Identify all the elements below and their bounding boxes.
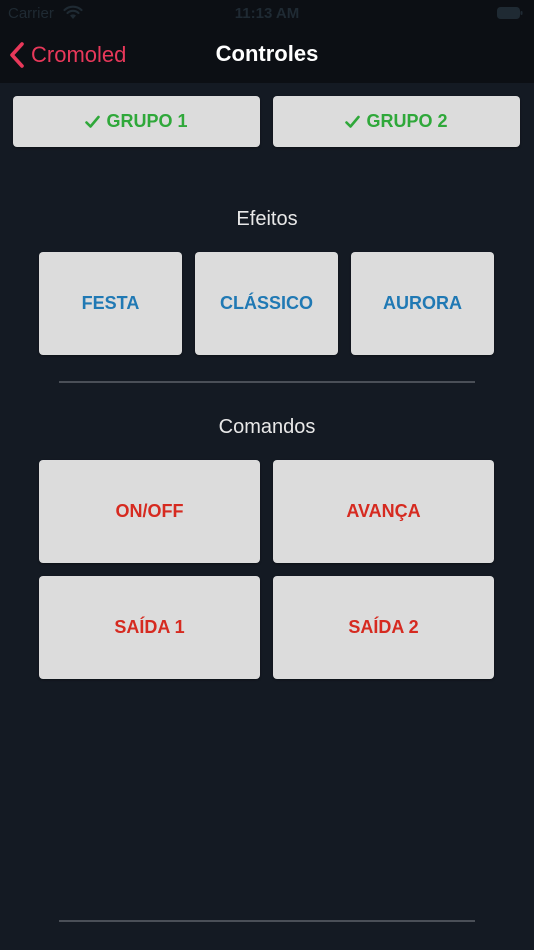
effect-classico-button[interactable]: CLÁSSICO: [195, 252, 338, 355]
section-divider: [59, 381, 475, 383]
command-label: AVANÇA: [346, 501, 421, 521]
bottom-divider: [59, 920, 475, 922]
group-2-button[interactable]: GRUPO 2: [273, 96, 520, 147]
effect-label: CLÁSSICO: [219, 293, 313, 313]
group-1-label: GRUPO 1: [106, 111, 188, 131]
effect-festa-button[interactable]: FESTA: [39, 252, 182, 355]
commands-heading: Comandos: [218, 416, 316, 438]
effect-label: FESTA: [81, 293, 140, 313]
checkmark-icon: [85, 115, 101, 129]
back-label: Cromoled: [31, 42, 127, 67]
command-label: SAÍDA 1: [114, 617, 185, 637]
command-avanca-button[interactable]: AVANÇA: [273, 460, 494, 563]
back-button[interactable]: Cromoled: [9, 38, 126, 72]
group-2-label: GRUPO 2: [366, 111, 448, 131]
command-saida-1-button[interactable]: SAÍDA 1: [39, 576, 260, 679]
group-1-button[interactable]: GRUPO 1: [13, 96, 260, 147]
navigation-bar: Carrier 11:13 AM Cromoled Controles: [0, 0, 534, 83]
command-label: SAÍDA 2: [348, 617, 419, 637]
chevron-left-icon: [10, 42, 24, 68]
effects-heading: Efeitos: [236, 208, 298, 230]
effect-aurora-button[interactable]: AURORA: [351, 252, 494, 355]
status-bar: Carrier 11:13 AM: [0, 0, 534, 28]
command-label: ON/OFF: [115, 501, 184, 521]
status-time: 11:13 AM: [234, 5, 300, 22]
checkmark-icon: [345, 115, 361, 129]
effect-label: AURORA: [383, 293, 462, 313]
command-saida-2-button[interactable]: SAÍDA 2: [273, 576, 494, 679]
command-on-off-button[interactable]: ON/OFF: [39, 460, 260, 563]
battery-icon: [497, 7, 523, 19]
